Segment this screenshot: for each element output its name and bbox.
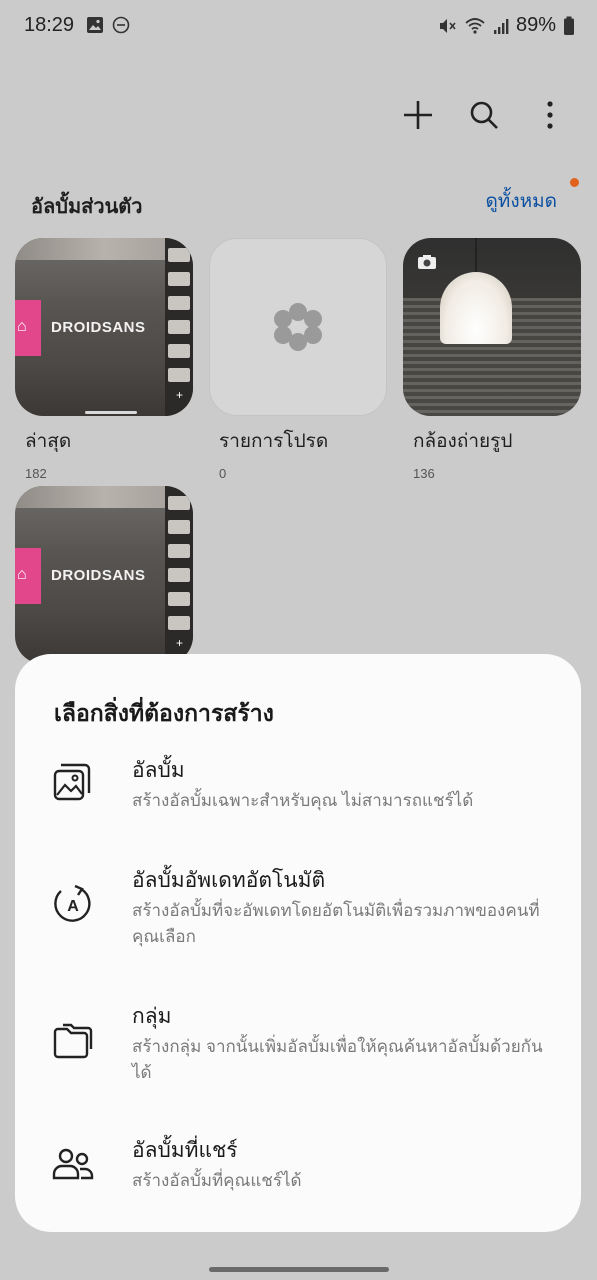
search-button[interactable] [465, 96, 503, 134]
logo-icon: ⌂ [17, 566, 27, 583]
option-description: สร้างกลุ่ม จากนั้นเพิ่มอัลบั้มเพื่อให้คุ… [132, 1037, 543, 1082]
album-item[interactable]: ⌂ DROIDSANS + [15, 486, 193, 664]
album-count: 136 [413, 466, 435, 481]
option-title: อัลบั้มที่แชร์ [132, 1139, 238, 1162]
album-thumbnail: ⌂ DROIDSANS + [15, 238, 193, 416]
add-icon [404, 101, 432, 129]
album-name: รายการโปรด [219, 431, 329, 452]
option-description: สร้างอัลบั้มที่คุณแชร์ได้ [132, 1171, 302, 1190]
more-options-button[interactable] [531, 96, 569, 134]
option-group[interactable]: กลุ่ม สร้างกลุ่ม จากนั้นเพิ่มอัลบั้มเพื่… [15, 1000, 581, 1110]
section-title: อัลบั้มส่วนตัว [31, 196, 143, 218]
status-time: 18:29 [24, 14, 75, 36]
more-vert-icon [547, 101, 553, 129]
album-count: 182 [25, 466, 47, 481]
album-thumbnail [209, 238, 387, 416]
option-description: สร้างอัลบั้มเฉพาะสำหรับคุณ ไม่สามารถแชร์… [132, 791, 474, 810]
album-count: 0 [219, 466, 227, 481]
add-button[interactable] [399, 96, 437, 134]
see-all-link[interactable]: ดูทั้งหมด [485, 186, 557, 216]
top-toolbar [399, 96, 569, 134]
notification-dot [570, 178, 579, 187]
option-album[interactable]: อัลบั้ม สร้างอัลบั้มเฉพาะสำหรับคุณ ไม่สา… [15, 754, 581, 844]
option-description: สร้างอัลบั้มที่จะอัพเดทโดยอัตโนมัติเพื่อ… [132, 901, 540, 946]
album-recent[interactable]: ⌂ DROIDSANS + ล่าสุด 182 [15, 238, 193, 481]
option-title: อัลบั้มอัพเดทอัตโนมัติ [132, 869, 326, 892]
option-auto-update-album[interactable]: A อัลบั้มอัพเดทอัตโนมัติ สร้างอัลบั้มที่… [15, 864, 581, 974]
dnd-icon [112, 16, 130, 34]
album-name: กล้องถ่ายรูป [413, 431, 513, 452]
option-title: กลุ่ม [132, 1005, 172, 1028]
album-thumbnail: ⌂ DROIDSANS + [15, 486, 193, 664]
logo-icon: ⌂ [17, 318, 27, 335]
home-indicator[interactable] [209, 1267, 389, 1272]
album-icon [53, 763, 91, 801]
mute-icon [439, 18, 456, 33]
folder-icon [53, 1023, 93, 1059]
create-bottom-sheet: เลือกสิ่งที่ต้องการสร้าง อัลบั้ม สร้างอั… [15, 654, 581, 1232]
search-icon [470, 101, 498, 129]
battery-icon [564, 16, 574, 35]
photo-brand-text: DROIDSANS [51, 319, 146, 336]
status-bar: 18:29 89% [0, 0, 597, 52]
photo-brand-text: DROIDSANS [51, 567, 146, 584]
shared-people-icon [52, 1148, 94, 1180]
camera-icon [418, 255, 436, 269]
gallery-notification-icon [87, 17, 103, 33]
flower-icon [274, 303, 322, 351]
auto-update-icon: A [54, 884, 91, 922]
option-title: อัลบั้ม [132, 759, 185, 782]
album-thumbnail [403, 238, 581, 416]
signal-icon [493, 18, 509, 34]
svg-text:A: A [67, 898, 79, 915]
album-name: ล่าสุด [25, 431, 72, 452]
option-shared-album[interactable]: อัลบั้มที่แชร์ สร้างอัลบั้มที่คุณแชร์ได้ [15, 1134, 581, 1214]
album-favorites[interactable]: รายการโปรด 0 [209, 238, 387, 481]
album-camera[interactable]: กล้องถ่ายรูป 136 [403, 238, 581, 481]
wifi-icon [465, 17, 485, 34]
sheet-title: เลือกสิ่งที่ต้องการสร้าง [54, 700, 274, 726]
battery-percent: 89% [515, 14, 556, 36]
